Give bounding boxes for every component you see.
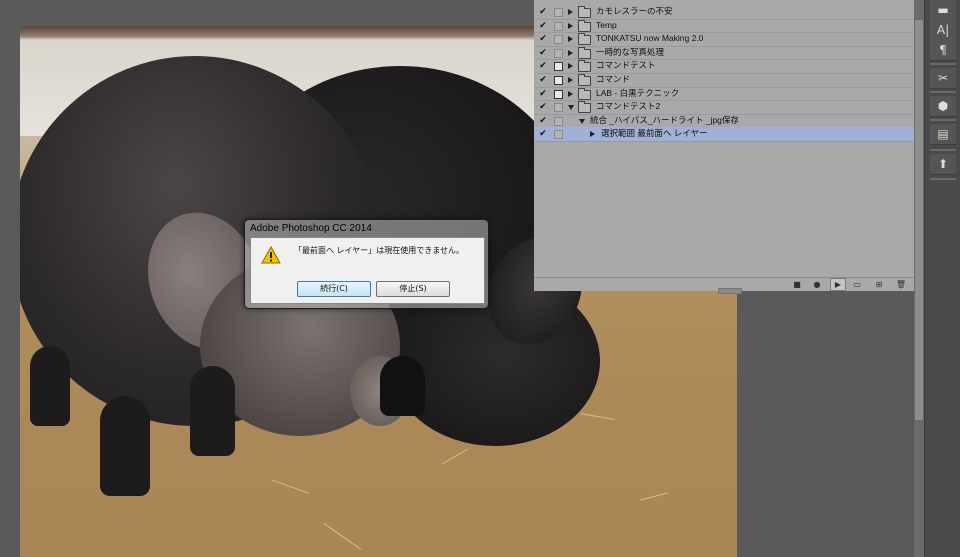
expand-triangle-icon[interactable] [568, 49, 573, 56]
new-action-icon[interactable]: ⊞ [872, 279, 886, 290]
play-icon[interactable]: ▶ [830, 278, 846, 291]
action-set-row[interactable]: ✔ 一時的な写真処理 [534, 46, 914, 61]
panel-group-separator [930, 63, 956, 65]
action-set-row[interactable]: ✔ コマンド [534, 73, 914, 88]
action-label: 一時的な写真処理 [596, 46, 665, 57]
folder-icon [578, 60, 591, 73]
toggle-dialog-box[interactable] [554, 21, 563, 31]
expand-triangle-icon[interactable] [590, 131, 595, 138]
dialog-message: 「最前面へ レイヤー」は現在使用できません。 [294, 246, 465, 255]
pig-leg [30, 346, 70, 426]
collapse-triangle-icon[interactable] [568, 105, 574, 111]
toggle-item-checkmark[interactable]: ✔ [538, 114, 548, 127]
actions-list[interactable]: ✔ カモレスラーの不安 ✔ Temp ✔ TONKATSU now Making 2.0 ✔… [534, 0, 914, 277]
stop-recording-icon[interactable]: ■ [790, 279, 804, 290]
action-step-row[interactable]: ✔ 選択範囲 最前面へ レイヤー [534, 127, 914, 142]
scrollbar-thumb[interactable] [915, 20, 923, 420]
folder-icon [578, 87, 591, 100]
pig-leg [380, 356, 425, 416]
character-icon[interactable]: A| [930, 20, 956, 41]
paragraph-icon[interactable]: ¶ [930, 40, 956, 61]
dialog-title: Adobe Photoshop CC 2014 [250, 223, 372, 234]
pig-leg [100, 396, 150, 496]
action-set-row[interactable]: ✔ コマンドテスト2 [534, 100, 914, 115]
straw [323, 523, 362, 550]
toggle-dialog-box[interactable] [554, 35, 563, 45]
properties-icon[interactable]: ▤ [930, 124, 956, 145]
toggle-item-checkmark[interactable]: ✔ [538, 73, 548, 86]
action-row[interactable]: ✔ 統合 _ハイパス_ハードライト _jpg保存 [534, 114, 914, 129]
toggle-dialog-box[interactable] [554, 8, 563, 17]
panel-icon-strip: ▬ A| ¶ ✂ ⬢ ▤ ⬆ [924, 0, 960, 557]
expand-triangle-icon[interactable] [568, 22, 573, 29]
expand-triangle-icon[interactable] [568, 90, 573, 97]
straw [271, 479, 309, 494]
new-set-icon[interactable]: ▭ [850, 279, 864, 290]
action-label: コマンドテスト2 [596, 101, 661, 112]
action-set-row[interactable]: ✔ LAB - 白黒テクニック [534, 87, 914, 102]
action-label: LAB - 白黒テクニック [596, 87, 680, 98]
action-label: TONKATSU now Making 2.0 [596, 33, 704, 44]
trash-icon[interactable]: 🗑 [894, 279, 908, 290]
toggle-dialog-box[interactable] [554, 103, 563, 113]
dialog-body: 「最前面へ レイヤー」は現在使用できません。 続行(C) 停止(S) [250, 237, 485, 304]
action-set-row[interactable]: ✔ Temp [534, 19, 914, 34]
alert-dialog: Adobe Photoshop CC 2014 「最前面へ レイヤー」は現在使用… [244, 219, 489, 309]
action-label: 選択範囲 最前面へ レイヤー [601, 128, 708, 139]
toggle-item-checkmark[interactable]: ✔ [538, 87, 548, 100]
action-label: Temp [596, 19, 617, 30]
panel-group-separator [930, 119, 956, 121]
action-set-row[interactable]: ✔ コマンドテスト [534, 59, 914, 74]
collapse-triangle-icon[interactable] [579, 118, 585, 124]
folder-icon [578, 33, 591, 46]
action-label: カモレスラーの不安 [596, 6, 673, 16]
action-label: コマンドテスト [596, 60, 656, 71]
toggle-dialog-box[interactable] [554, 116, 563, 126]
toggle-dialog-box[interactable] [554, 48, 563, 58]
toggle-item-checkmark[interactable]: ✔ [538, 59, 548, 72]
folder-icon [578, 74, 591, 86]
clone-source-icon[interactable]: ⬆ [930, 154, 956, 175]
folder-icon [578, 19, 591, 32]
toggle-dialog-box[interactable] [554, 89, 563, 99]
pig-leg [190, 366, 235, 456]
expand-triangle-icon[interactable] [568, 77, 573, 83]
toggle-item-checkmark[interactable]: ✔ [538, 46, 548, 59]
toggle-dialog-box[interactable] [554, 62, 563, 72]
panel-resize-grip[interactable] [718, 288, 742, 294]
folder-icon [578, 46, 591, 59]
toggle-item-checkmark[interactable]: ✔ [538, 100, 548, 113]
tools-icon[interactable]: ✂ [930, 68, 956, 89]
toggle-item-checkmark[interactable]: ✔ [538, 5, 548, 18]
panel-group-separator [930, 91, 956, 93]
stop-button[interactable]: 停止(S) [376, 281, 450, 297]
toggle-item-checkmark[interactable]: ✔ [538, 127, 548, 140]
warning-icon [261, 246, 281, 264]
straw [580, 412, 615, 421]
straw [441, 448, 469, 465]
3d-icon[interactable]: ⬢ [930, 96, 956, 117]
folder-icon [578, 6, 591, 18]
action-set-row[interactable]: ✔ TONKATSU now Making 2.0 [534, 32, 914, 47]
expand-triangle-icon[interactable] [568, 9, 573, 15]
toggle-item-checkmark[interactable]: ✔ [538, 19, 548, 32]
folder-icon [578, 101, 591, 114]
actions-panel: ✔ カモレスラーの不安 ✔ Temp ✔ TONKATSU now Making 2.0 ✔… [534, 0, 924, 294]
document-vertical-scrollbar[interactable] [914, 0, 924, 557]
toggle-dialog-box[interactable] [554, 76, 563, 85]
toggle-dialog-box[interactable] [554, 130, 563, 140]
action-set-row[interactable]: ✔ カモレスラーの不安 [534, 5, 914, 20]
record-icon[interactable]: ● [810, 279, 824, 290]
panel-group-separator [930, 178, 956, 180]
expand-triangle-icon[interactable] [568, 36, 573, 43]
tool-preset-icon[interactable]: ▬ [930, 0, 956, 21]
action-label: コマンド [596, 74, 631, 84]
straw [640, 492, 668, 501]
expand-triangle-icon[interactable] [568, 63, 573, 70]
toggle-item-checkmark[interactable]: ✔ [538, 32, 548, 45]
panel-group-separator [930, 149, 956, 151]
continue-button[interactable]: 続行(C) [297, 281, 371, 297]
action-label: 統合 _ハイパス_ハードライト _jpg保存 [590, 114, 739, 125]
